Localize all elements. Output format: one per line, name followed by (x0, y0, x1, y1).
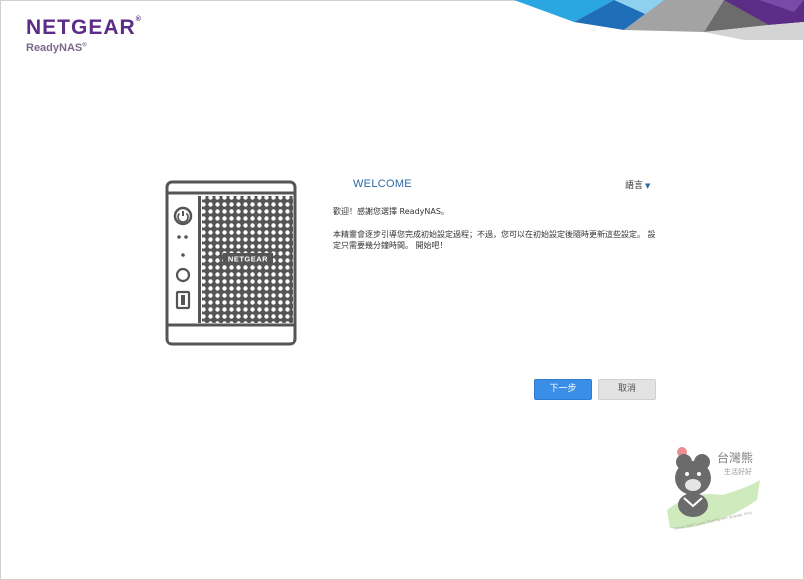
welcome-title: WELCOME (353, 178, 412, 190)
watermark-subtitle: 生活好好 (724, 467, 752, 476)
taiwan-bear-watermark: 台灣熊 生活好好 Taiwan Bear Loves Sharing you, … (667, 447, 760, 531)
cancel-button[interactable]: 取消 (598, 379, 656, 400)
language-label: 語言 (625, 181, 644, 191)
watermark-title: 台灣熊 (717, 450, 753, 465)
welcome-greeting: 歡迎！感謝您選擇 ReadyNAS。 (333, 207, 449, 216)
header-banner-graphic (514, 0, 804, 40)
welcome-description: 本精靈會逐步引導您完成初始設定過程；不過，您可以在初始設定後隨時更新這些設定。 … (333, 230, 656, 250)
readynas-logo: ReadyNAS® (26, 42, 87, 54)
language-dropdown[interactable]: 語言 ▼ (625, 178, 650, 191)
brand-block: NETGEAR® ReadyNAS® (26, 16, 142, 54)
nas-device-illustration: NETGEAR (165, 180, 297, 346)
chevron-down-icon: ▼ (645, 182, 651, 190)
device-brand-label: NETGEAR (228, 255, 268, 264)
next-button[interactable]: 下一步 (534, 379, 592, 400)
netgear-logo: NETGEAR® (26, 16, 142, 39)
